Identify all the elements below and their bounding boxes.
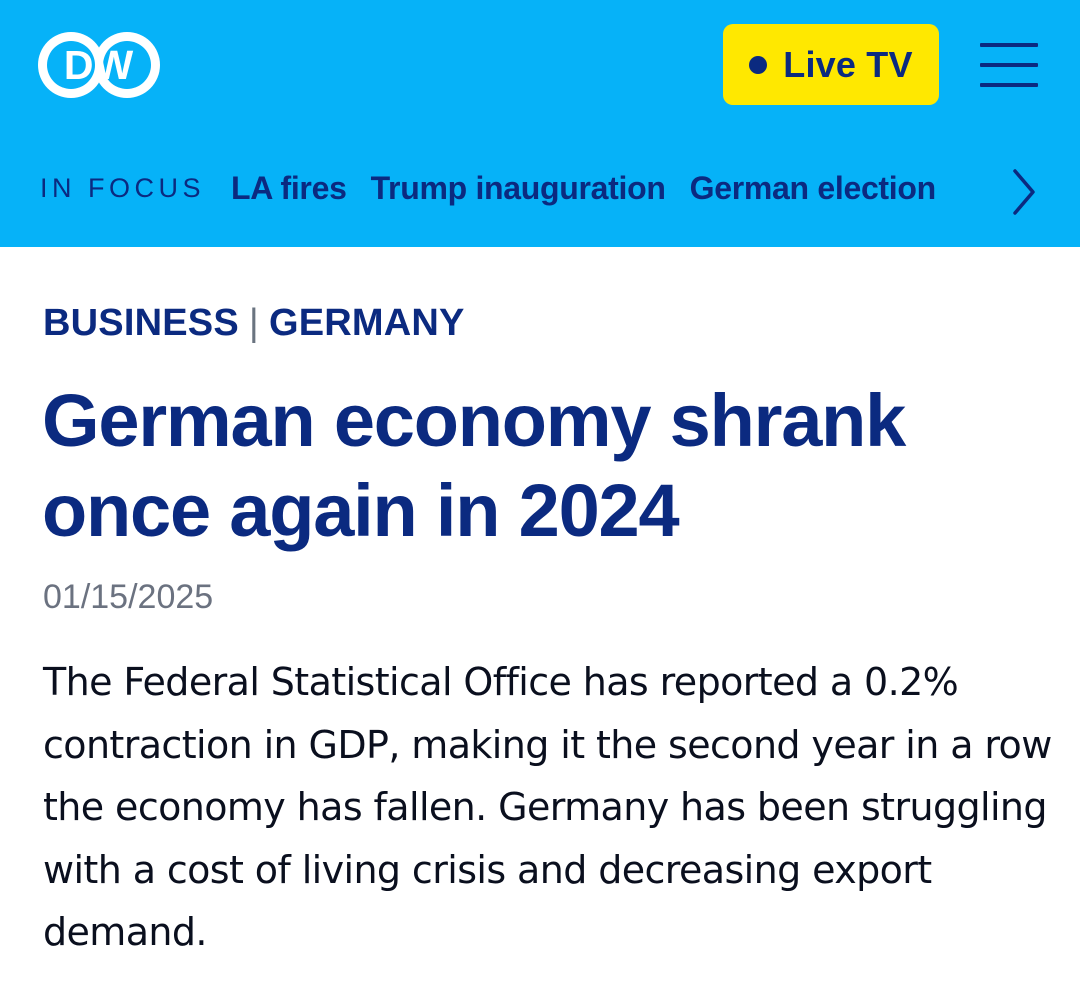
- article-headline: German economy shrank once again in 2024: [42, 379, 906, 552]
- in-focus-label: IN FOCUS: [40, 172, 206, 203]
- menu-line: [980, 43, 1038, 47]
- focus-next-button[interactable]: [1003, 165, 1043, 219]
- chevron-right-icon: [1013, 169, 1035, 215]
- in-focus-bar: IN FOCUS LA fires Trump inauguration Ger…: [40, 162, 968, 214]
- live-dot-icon: [749, 55, 768, 74]
- article-date: 01/15/2025: [43, 578, 214, 616]
- focus-link-trump-inauguration[interactable]: Trump inauguration: [371, 170, 666, 207]
- svg-text:DW: DW: [64, 42, 134, 88]
- menu-line: [980, 83, 1038, 87]
- category-germany-link[interactable]: GERMANY: [269, 302, 465, 344]
- category-business-link[interactable]: BUSINESS: [43, 302, 239, 344]
- hamburger-menu-button[interactable]: [980, 41, 1040, 88]
- dw-logo-icon: DW: [38, 32, 160, 98]
- live-tv-button[interactable]: Live TV: [723, 24, 939, 105]
- focus-link-la-fires[interactable]: LA fires: [231, 170, 347, 207]
- article-teaser: The Federal Statistical Office has repor…: [43, 660, 1052, 954]
- focus-link-german-election[interactable]: German election: [690, 170, 937, 207]
- site-header: DW Live TV IN FOCUS LA fires Trump inaug…: [0, 0, 1080, 247]
- category-separator: |: [248, 302, 259, 344]
- menu-line: [980, 63, 1038, 67]
- live-tv-label: Live TV: [783, 43, 913, 85]
- article-categories: BUSINESS | GERMANY: [43, 302, 465, 345]
- dw-logo[interactable]: DW: [37, 31, 161, 99]
